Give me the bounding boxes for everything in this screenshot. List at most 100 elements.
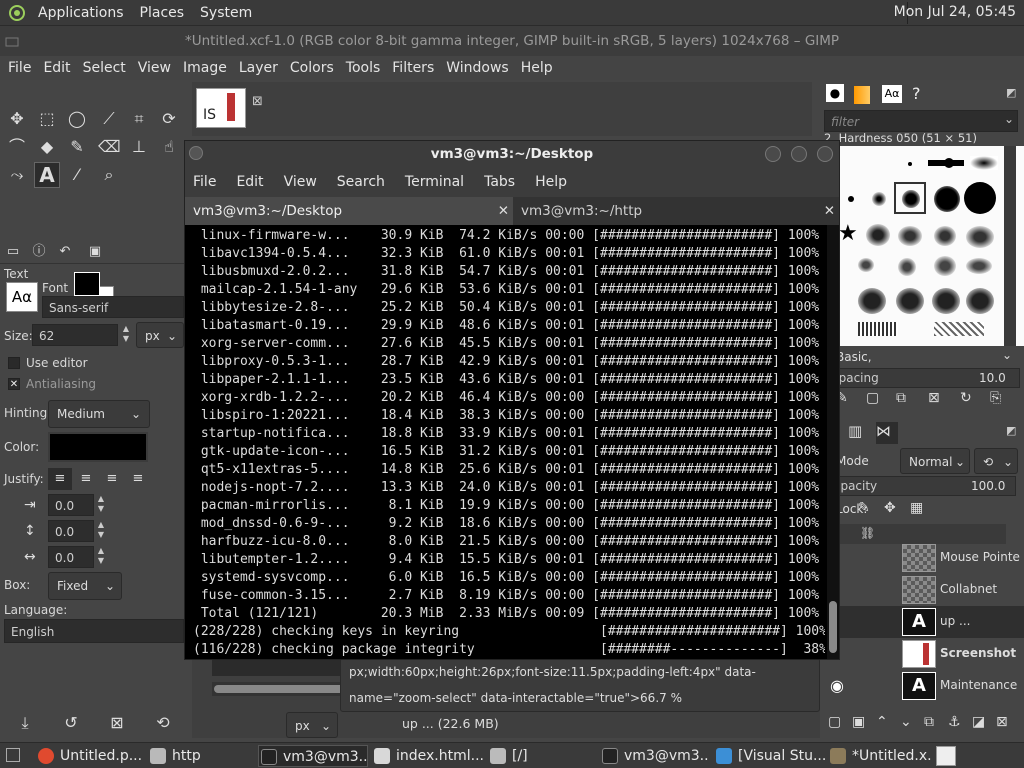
lasso-tool-icon[interactable]: ◯ — [66, 108, 88, 130]
brush-scrollbar[interactable] — [1004, 146, 1016, 346]
menu-select[interactable]: Select — [77, 60, 132, 76]
lock-pixels-icon[interactable]: ✎ — [858, 500, 870, 516]
layer-row[interactable]: Screenshot — [826, 638, 1024, 670]
bucket-fill-tool-icon[interactable]: ◆ — [36, 136, 58, 158]
layer-row[interactable]: Collabnet — [826, 574, 1024, 606]
terminal-tab-http[interactable]: vm3@vm3:~/http ✕ — [513, 197, 839, 225]
font-preview[interactable]: Aα — [6, 282, 38, 312]
channels-tab-icon[interactable]: ▥ — [848, 422, 870, 444]
justify-right-icon[interactable]: ≡ — [74, 468, 98, 490]
indent-input[interactable]: 0.0 — [48, 494, 94, 516]
taskbar-item[interactable]: http — [148, 745, 252, 767]
size-spinner[interactable]: ▲ ▼ — [119, 324, 133, 346]
brushes-tab-icon[interactable]: ● — [826, 84, 844, 102]
terminal-output[interactable]: linux-firmware-w... 30.9 KiB 74.2 KiB/s … — [185, 225, 825, 659]
paths-tab-icon[interactable]: ⋈ — [876, 422, 898, 444]
brush-filter-input[interactable]: filter — [824, 110, 1018, 132]
menu-tools[interactable]: Tools — [340, 60, 387, 76]
layer-row[interactable]: ◉ A Maintenance — [826, 670, 1024, 702]
menu-windows[interactable]: Windows — [440, 60, 515, 76]
taskbar-item[interactable]: *Untitled.x... — [828, 745, 932, 767]
terminal-menu-edit[interactable]: Edit — [226, 174, 273, 190]
menu-image[interactable]: Image — [177, 60, 233, 76]
maximize-icon[interactable] — [791, 146, 807, 162]
distro-logo-icon[interactable] — [8, 4, 26, 22]
lock-alpha-icon[interactable]: ▦ — [910, 500, 923, 516]
refresh-brushes-icon[interactable]: ↻ — [960, 390, 972, 406]
smudge-tool-icon[interactable]: ☝ — [158, 136, 180, 158]
terminal-scrollbar[interactable] — [827, 225, 839, 659]
reset-options-icon[interactable]: ⟲ — [152, 712, 174, 734]
duplicate-layer-icon[interactable]: ⧉ — [924, 714, 934, 730]
tool-options-tab-icon[interactable]: ▭ — [2, 241, 24, 263]
dock-menu-icon[interactable]: ◩ — [1006, 86, 1016, 99]
eye-visibility-icon[interactable]: ◉ — [830, 676, 844, 695]
menu-view[interactable]: View — [132, 60, 177, 76]
brush-grid[interactable]: ★ — [838, 146, 1024, 346]
terminal-menu-help[interactable]: Help — [525, 174, 577, 190]
delete-options-icon[interactable]: ⊠ — [106, 712, 128, 734]
size-input[interactable]: 62 — [32, 324, 118, 346]
image-tab-thumbnail[interactable]: IS — [196, 88, 246, 128]
help-tab-icon[interactable]: ? — [912, 84, 921, 103]
dock-menu-icon[interactable]: ◩ — [1006, 424, 1016, 437]
fonts-tab-icon[interactable]: Aα — [882, 85, 902, 103]
move-tool-icon[interactable]: ✥ — [6, 108, 28, 130]
gradients-tab-icon[interactable] — [854, 86, 870, 104]
minimize-icon[interactable] — [765, 146, 781, 162]
menu-layer[interactable]: Layer — [233, 60, 284, 76]
terminal-menu-terminal[interactable]: Terminal — [395, 174, 474, 190]
text-tool-icon[interactable]: A — [34, 162, 60, 188]
statusbar-unit-select[interactable]: px ⌄ — [286, 712, 338, 738]
taskbar-item[interactable]: [/] — [488, 745, 592, 767]
layer-mode-select[interactable]: Normal ⌄ — [900, 448, 970, 474]
spacing-slider[interactable]: Spacing 10.0 — [826, 368, 1020, 388]
device-status-tab-icon[interactable]: ⓘ — [28, 241, 50, 263]
applications-menu[interactable]: Applications — [30, 5, 132, 21]
anchor-layer-icon[interactable]: ⚓ — [948, 714, 961, 730]
window-menu-icon[interactable] — [4, 34, 20, 48]
rotate-tool-icon[interactable]: ⟳ — [158, 108, 180, 130]
menu-edit[interactable]: Edit — [37, 60, 76, 76]
menu-filters[interactable]: Filters — [386, 60, 440, 76]
taskbar-item-active[interactable]: vm3@vm3... — [258, 745, 368, 767]
indent-spinner[interactable]: ▲ ▼ — [94, 494, 108, 516]
taskbar-item[interactable]: Untitled.p... — [36, 745, 144, 767]
layer-row[interactable]: Mouse Pointe — [826, 542, 1024, 574]
new-layer-icon[interactable]: ▢ — [828, 714, 841, 730]
new-group-icon[interactable]: ▣ — [852, 714, 865, 730]
window-menu-icon[interactable] — [189, 146, 203, 160]
terminal-menu-tabs[interactable]: Tabs — [474, 174, 525, 190]
workspace-switcher[interactable] — [936, 746, 956, 766]
clone-tool-icon[interactable]: ⊥ — [128, 136, 150, 158]
mask-layer-icon[interactable]: ◪ — [972, 714, 985, 730]
delete-brush-icon[interactable]: ⊠ — [928, 390, 940, 406]
justify-fill-icon[interactable]: ≡ — [126, 468, 150, 490]
terminal-menu-view[interactable]: View — [274, 174, 327, 190]
chevron-down-icon[interactable]: ⌄ — [1004, 112, 1014, 126]
warp-tool-icon[interactable]: ⌒ — [6, 136, 28, 158]
fuzzy-select-tool-icon[interactable]: ⟋ — [98, 108, 120, 130]
menu-file[interactable]: File — [0, 60, 37, 76]
restore-options-icon[interactable]: ↺ — [60, 712, 82, 734]
line-spacing-spinner[interactable]: ▲ ▼ — [94, 520, 108, 542]
lock-position-icon[interactable]: ✥ — [884, 500, 896, 516]
new-brush-icon[interactable]: ▢ — [866, 390, 879, 406]
close-tab-icon[interactable]: ✕ — [824, 197, 835, 225]
foreground-color-swatch[interactable] — [74, 272, 100, 296]
box-select[interactable]: Fixed ⌄ — [48, 572, 122, 600]
text-color-button[interactable] — [48, 432, 148, 462]
system-menu[interactable]: System — [192, 5, 260, 21]
layer-composite-select[interactable]: ⟲ ⌄ — [974, 448, 1018, 474]
gimp-titlebar[interactable]: *Untitled.xcf-1.0 (RGB color 8-bit gamma… — [0, 26, 1024, 56]
open-brush-folder-icon[interactable]: ⎘ — [990, 390, 1001, 406]
undo-history-tab-icon[interactable]: ↶ — [54, 241, 76, 263]
images-tab-icon[interactable]: ▣ — [84, 241, 106, 263]
crop-tool-icon[interactable]: ⌗ — [128, 108, 150, 130]
paintbrush-tool-icon[interactable]: ✎ — [66, 136, 88, 158]
terminal-scrollbar-thumb[interactable] — [829, 601, 837, 653]
antialiasing-checkbox[interactable]: ✕ — [8, 378, 20, 390]
taskbar-item[interactable]: index.html... — [372, 745, 484, 767]
taskbar-item[interactable]: vm3@vm3... — [600, 745, 710, 767]
close-icon[interactable] — [817, 146, 833, 162]
